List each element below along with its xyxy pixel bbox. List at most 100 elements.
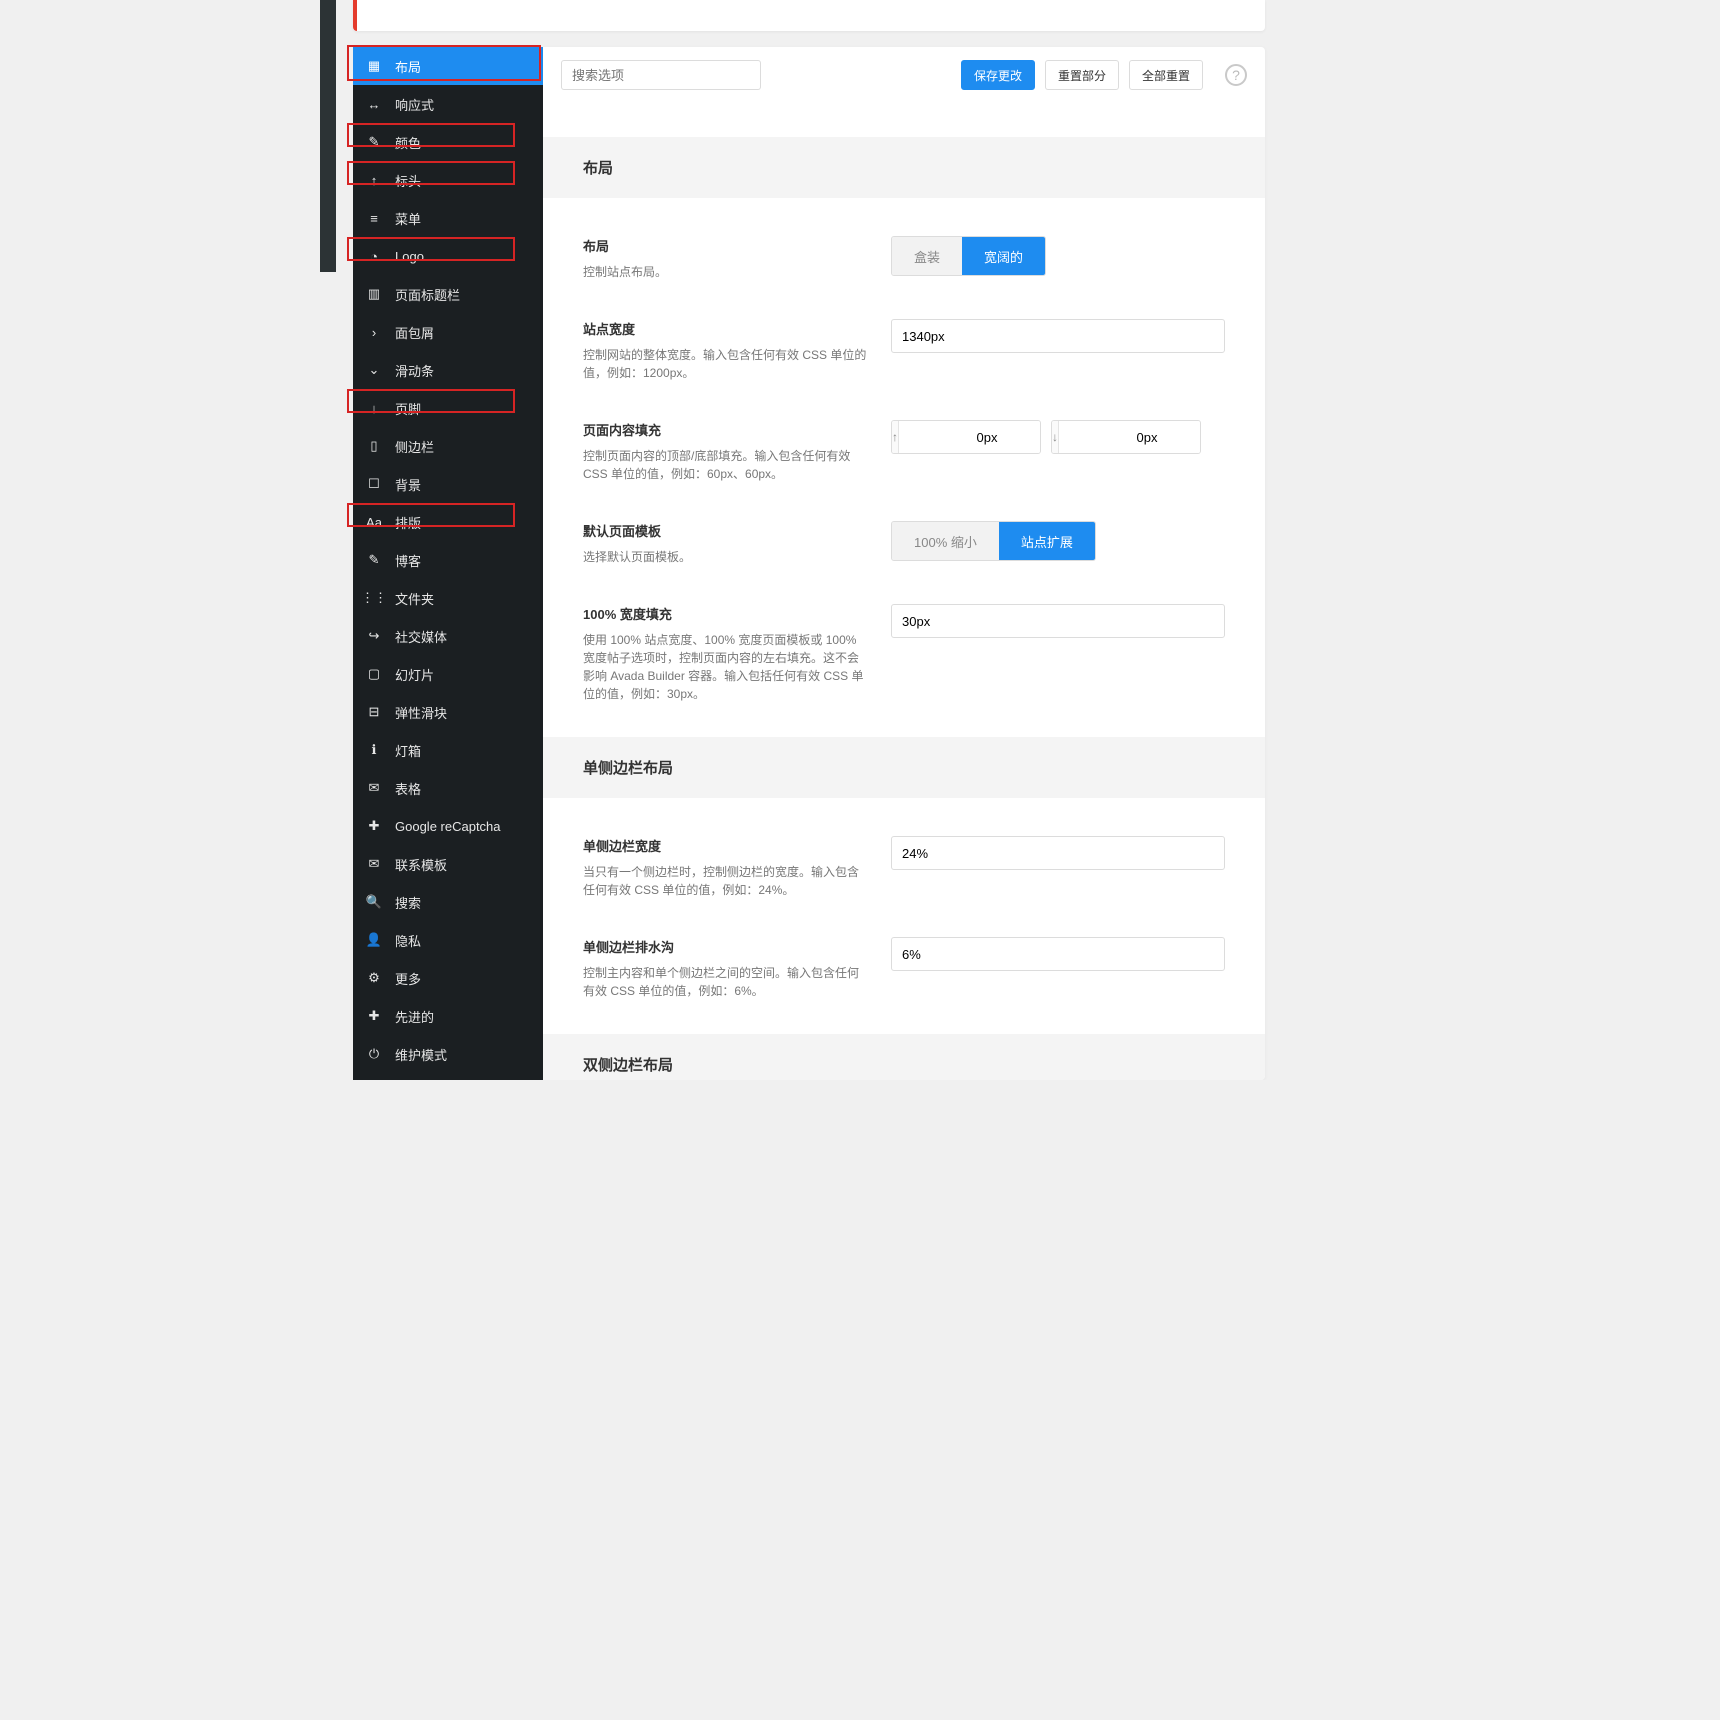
sidebar-item-label: 联系模板	[395, 855, 529, 874]
padding-bottom-input[interactable]	[1059, 421, 1201, 453]
sidebar-item-privacy-icon: 👤	[367, 933, 381, 947]
template-toggle-site[interactable]: 站点扩展	[999, 522, 1095, 560]
sidebar-item-label: Google reCaptcha	[395, 819, 529, 834]
sidebar-item-label: 幻灯片	[395, 665, 529, 684]
sidebar-item-label: 社交媒体	[395, 627, 529, 646]
sidebar-item-footer-icon: ↓	[367, 401, 381, 415]
search-input[interactable]	[561, 60, 761, 90]
field-title: 站点宽度	[583, 319, 867, 338]
sidebar-item-maintenance-icon: ⏻	[367, 1047, 381, 1061]
section-header-double-sidebar: 双侧边栏布局	[543, 1034, 1265, 1080]
sidebar-item-folder[interactable]: ⋮⋮文件夹	[353, 579, 543, 617]
sidebar-item-logo-icon: ◔	[367, 249, 381, 263]
field-title: 100% 宽度填充	[583, 604, 867, 623]
sidebar-item-header[interactable]: ↑标头	[353, 161, 543, 199]
sidebar-item-slides[interactable]: ▢ 幻灯片	[353, 655, 543, 693]
sidebar-item-maintenance[interactable]: ⏻ 维护模式	[353, 1035, 543, 1073]
sidebar-item-breadcrumb-icon: ›	[367, 325, 381, 339]
sidebar-item-label: Logo	[395, 249, 529, 264]
sidebar-item-privacy[interactable]: 👤隐私	[353, 921, 543, 959]
field-default-template: 默认页面模板 选择默认页面模板。 100% 缩小 站点扩展	[583, 483, 1225, 566]
sidebar-item-colors[interactable]: ✎颜色	[353, 123, 543, 161]
arrow-down-icon: ↓	[1052, 421, 1059, 453]
sidebar-item-label: 文件夹	[395, 589, 529, 608]
sidebar-item-label: 维护模式	[395, 1045, 529, 1064]
section-header-single-sidebar: 单侧边栏布局	[543, 737, 1265, 798]
sidebar-item-recaptcha[interactable]: ✚ Google reCaptcha	[353, 807, 543, 845]
wp-admin-bar-stub	[320, 0, 336, 272]
field-page-padding: 页面内容填充 控制页面内容的顶部/底部填充。输入包含任何有效 CSS 单位的值，…	[583, 382, 1225, 483]
width-padding-input[interactable]	[891, 604, 1225, 638]
layout-toggle-boxed[interactable]: 盒装	[892, 237, 962, 275]
sidebar-item-contact[interactable]: ✉ 联系模板	[353, 845, 543, 883]
sidebar-item-slider[interactable]: ⌄滑动条	[353, 351, 543, 389]
save-button[interactable]: 保存更改	[961, 60, 1035, 90]
sidebar-item-performance[interactable]: ◷表现	[353, 1073, 543, 1080]
reset-section-button[interactable]: 重置部分	[1045, 60, 1119, 90]
sidebar-item-background[interactable]: ☐ 背景	[353, 465, 543, 503]
site-width-input[interactable]	[891, 319, 1225, 353]
sidebar-item-label: 灯箱	[395, 741, 529, 760]
sidebar-item-contact-icon: ✉	[367, 857, 381, 871]
topbar: 保存更改 重置部分 全部重置 ?	[543, 47, 1265, 103]
field-title: 单侧边栏排水沟	[583, 937, 867, 956]
sidebar-item-label: 响应式	[395, 95, 529, 114]
sidebar-item-label: 页脚	[395, 399, 529, 418]
sidebar-item-blog[interactable]: ✎博客	[353, 541, 543, 579]
field-help: 当只有一个侧边栏时，控制侧边栏的宽度。输入包含任何有效 CSS 单位的值，例如：…	[583, 863, 867, 899]
sidebar-item-typography[interactable]: Aa 排版	[353, 503, 543, 541]
sidebar-item-label: 排版	[395, 513, 529, 532]
sidebar-item-label: 博客	[395, 551, 529, 570]
reset-all-button[interactable]: 全部重置	[1129, 60, 1203, 90]
field-title: 页面内容填充	[583, 420, 867, 439]
sidebar-item-advanced[interactable]: ✚先进的	[353, 997, 543, 1035]
field-help: 选择默认页面模板。	[583, 548, 867, 566]
sidebar-item-label: 侧边栏	[395, 437, 529, 456]
sidebar-item-page-title-bar[interactable]: ▥页面标题栏	[353, 275, 543, 313]
sidebar-item-background-icon: ☐	[367, 477, 381, 491]
field-title: 布局	[583, 236, 867, 255]
layout-toggle: 盒装 宽阔的	[891, 236, 1046, 276]
sidebar-item-responsive[interactable]: ↔响应式	[353, 85, 543, 123]
sidebar-item-search-icon: 🔍	[367, 895, 381, 909]
sidebar-item-forms-icon: ✉	[367, 781, 381, 795]
field-help: 控制页面内容的顶部/底部填充。输入包含任何有效 CSS 单位的值，例如：60px…	[583, 447, 867, 483]
field-help: 控制主内容和单个侧边栏之间的空间。输入包含任何有效 CSS 单位的值，例如：6%…	[583, 964, 867, 1000]
sidebar-item-slider-icon: ⌄	[367, 363, 381, 377]
sidebar-item-layout[interactable]: ▦布局	[353, 47, 543, 85]
field-help: 控制站点布局。	[583, 263, 867, 281]
layout-toggle-wide[interactable]: 宽阔的	[962, 237, 1045, 275]
content: 布局 布局 控制站点布局。 盒装 宽阔的 站点宽度 控制网站的整	[543, 137, 1265, 1080]
field-single-sidebar-width: 单侧边栏宽度 当只有一个侧边栏时，控制侧边栏的宽度。输入包含任何有效 CSS 单…	[583, 798, 1225, 899]
sidebar-item-social-icon: ↪	[367, 629, 381, 643]
sidebar-item-sidebar-icon: ▯	[367, 439, 381, 453]
padding-top-input[interactable]	[899, 421, 1041, 453]
help-icon[interactable]: ?	[1225, 64, 1247, 86]
sidebar-item-advanced-icon: ✚	[367, 1009, 381, 1023]
sidebar-item-lightbox[interactable]: ℹ 灯箱	[353, 731, 543, 769]
padding-bottom-field: ↓	[1051, 420, 1201, 454]
sidebar-item-breadcrumb[interactable]: ›面包屑	[353, 313, 543, 351]
sidebar-item-label: 搜索	[395, 893, 529, 912]
sidebar-item-recaptcha-icon: ✚	[367, 819, 381, 833]
sidebar-item-search[interactable]: 🔍 搜索	[353, 883, 543, 921]
sidebar-item-label: 表格	[395, 779, 529, 798]
sidebar-item-label: 弹性滑块	[395, 703, 529, 722]
sidebar-item-slides-icon: ▢	[367, 667, 381, 681]
single-sidebar-gutter-input[interactable]	[891, 937, 1225, 971]
sidebar-item-label: 背景	[395, 475, 529, 494]
sidebar-item-lightbox-icon: ℹ	[367, 743, 381, 757]
sidebar-item-flex-slider[interactable]: ⊟弹性滑块	[353, 693, 543, 731]
sidebar-item-menu[interactable]: ≡菜单	[353, 199, 543, 237]
sidebar-item-sidebar[interactable]: ▯ 侧边栏	[353, 427, 543, 465]
sidebar-item-layout-icon: ▦	[367, 59, 381, 73]
sidebar-item-logo[interactable]: ◔ Logo	[353, 237, 543, 275]
arrow-up-icon: ↑	[892, 421, 899, 453]
sidebar-item-social[interactable]: ↪ 社交媒体	[353, 617, 543, 655]
sidebar-item-more[interactable]: ⚙更多	[353, 959, 543, 997]
sidebar-item-typography-icon: Aa	[367, 515, 381, 529]
single-sidebar-width-input[interactable]	[891, 836, 1225, 870]
sidebar-item-footer[interactable]: ↓ 页脚	[353, 389, 543, 427]
sidebar-item-forms[interactable]: ✉ 表格	[353, 769, 543, 807]
template-toggle-100[interactable]: 100% 缩小	[892, 522, 999, 560]
